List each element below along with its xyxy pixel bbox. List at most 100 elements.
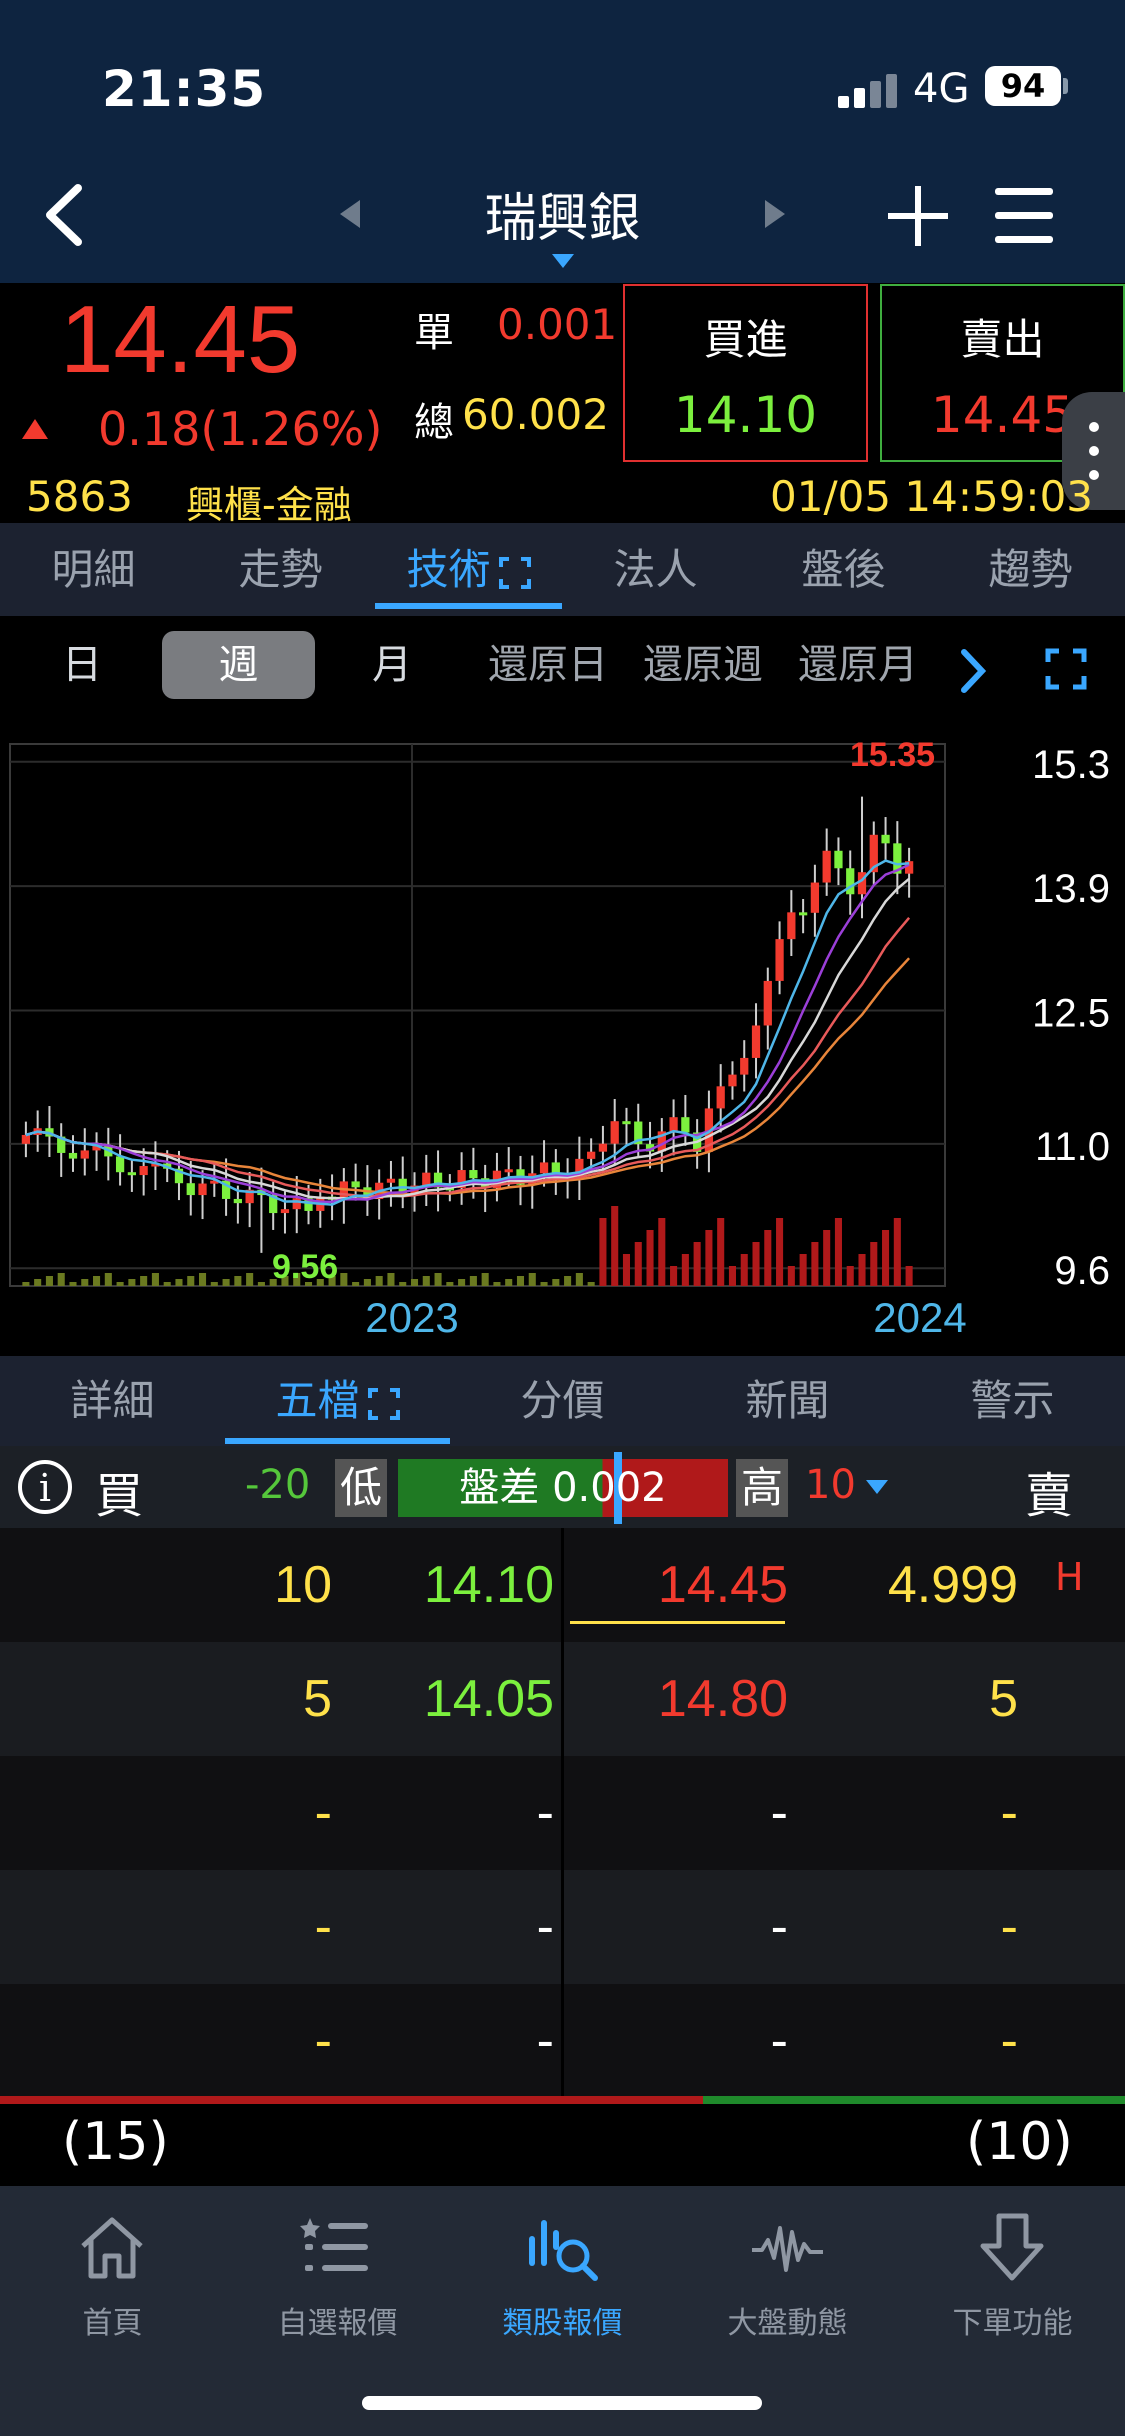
volume-bar — [870, 1242, 878, 1286]
y-tick-label: 13.9 — [1032, 867, 1110, 911]
back-icon[interactable] — [40, 180, 90, 250]
volume-bar — [634, 1242, 642, 1286]
volume-bar — [363, 1279, 371, 1286]
main-tabs: 明細 走勢 技術 法人 盤後 趨勢 — [0, 523, 1125, 616]
period-adj-day[interactable]: 還原日 — [478, 631, 618, 699]
volume-bar — [658, 1218, 666, 1286]
nav-order[interactable]: 下單功能 — [900, 2200, 1125, 2341]
ask-price-level[interactable]: - — [580, 1870, 788, 1984]
bid-price-level[interactable]: 14.05 — [350, 1642, 554, 1756]
add-watchlist-icon[interactable] — [888, 186, 948, 246]
bid-price-level[interactable]: - — [350, 1984, 554, 2098]
tab-five-levels[interactable]: 五檔 — [225, 1356, 450, 1446]
period-adj-week[interactable]: 還原週 — [633, 631, 773, 699]
last-price: 14.45 — [60, 286, 301, 393]
spread-high-label: 高 — [736, 1459, 788, 1517]
spread-low-value: -20 — [245, 1462, 311, 1508]
nav-sector-quotes[interactable]: 類股報價 — [450, 2200, 675, 2341]
bid-volume: - — [314, 2012, 332, 2070]
x-tick-label: 2023 — [365, 1294, 458, 1341]
volume-bar — [34, 1279, 42, 1286]
tab-details[interactable]: 詳細 — [0, 1356, 225, 1446]
period-day[interactable]: 日 — [42, 631, 122, 699]
nav-watchlist[interactable]: 自選報價 — [225, 2200, 450, 2341]
ask-price-level[interactable]: - — [580, 1756, 788, 1870]
tab-detail[interactable]: 明細 — [0, 523, 187, 616]
volume-bar — [622, 1254, 631, 1286]
volume-bar — [481, 1273, 489, 1286]
ask-ratio-bar — [703, 2096, 1125, 2104]
tab-trend[interactable]: 走勢 — [187, 523, 374, 616]
volume-bar — [893, 1218, 901, 1286]
volume-bar — [469, 1276, 477, 1286]
tab-after-hours[interactable]: 盤後 — [750, 523, 937, 616]
list-star-icon — [300, 2218, 368, 2271]
nav-home[interactable]: 首頁 — [0, 2200, 225, 2341]
active-tab-indicator — [375, 603, 562, 609]
chevron-right-icon[interactable] — [958, 646, 988, 696]
volume-bar — [799, 1254, 807, 1286]
expand-icon[interactable] — [367, 1387, 400, 1420]
candle-body — [292, 1198, 301, 1210]
info-icon[interactable] — [18, 1460, 72, 1514]
period-week[interactable]: 週 — [162, 631, 315, 699]
period-month[interactable]: 月 — [352, 631, 432, 699]
prev-stock-button[interactable] — [340, 200, 360, 228]
high-price-label: 15.35 — [850, 736, 935, 774]
nav-watchlist-label: 自選報價 — [277, 2306, 398, 2341]
volume-bar — [458, 1279, 466, 1286]
ask-volume: 5 — [989, 1670, 1018, 1728]
volume-bar — [399, 1282, 407, 1286]
ask-price-level[interactable]: 14.80 — [580, 1642, 788, 1756]
volume-bar — [246, 1273, 254, 1286]
candle-body — [775, 939, 784, 981]
stock-name[interactable]: 瑞興銀 — [420, 176, 705, 251]
spread-text: 盤差 0.002 — [459, 1465, 667, 1511]
tab-alerts[interactable]: 警示 — [900, 1356, 1125, 1446]
spread-high-value[interactable]: 10 — [805, 1462, 856, 1508]
ask-volume: - — [1000, 1784, 1018, 1842]
ask-price-level[interactable]: 14.45 — [580, 1528, 788, 1642]
technical-chart[interactable]: 15.3 13.9 12.5 11.0 9.6 2023 2024 15.35 9.56 — [0, 736, 1125, 1356]
volume-bar — [528, 1273, 536, 1286]
candle-body — [669, 1117, 678, 1132]
spread-dropdown-caret-icon[interactable] — [866, 1480, 888, 1494]
volume-bar — [57, 1273, 65, 1286]
candle-body — [622, 1121, 631, 1125]
y-tick-label: 11.0 — [1035, 1125, 1110, 1169]
bid-volume: - — [314, 1898, 332, 1956]
ask-price-level[interactable]: - — [580, 1984, 788, 2098]
bid-label: 買進 — [703, 315, 788, 364]
menu-icon[interactable] — [995, 188, 1053, 244]
tab-tendency[interactable]: 趨勢 — [937, 523, 1124, 616]
total-volume-value: 60.002 — [462, 390, 609, 439]
candlestick-chart[interactable]: 15.3 13.9 12.5 11.0 9.6 2023 2024 15.35 9.56 — [0, 736, 1125, 1356]
tab-news[interactable]: 新聞 — [675, 1356, 900, 1446]
lower-tabs: 詳細 五檔 分價 新聞 警示 — [0, 1356, 1125, 1446]
candle-body — [280, 1209, 290, 1214]
bid-price-level[interactable]: 14.10 — [350, 1528, 554, 1642]
volume-bar — [163, 1282, 171, 1286]
bid-box[interactable]: 買進 14.10 — [623, 284, 868, 462]
nav-market-dynamics[interactable]: 大盤動態 — [675, 2200, 900, 2341]
expand-icon[interactable] — [498, 556, 531, 589]
bid-price-level[interactable]: - — [350, 1756, 554, 1870]
fullscreen-icon[interactable] — [1045, 648, 1087, 690]
tab-price-volume[interactable]: 分價 — [450, 1356, 675, 1446]
candle-body — [198, 1183, 207, 1196]
next-stock-button[interactable] — [765, 200, 785, 228]
candle-body — [539, 1162, 549, 1174]
candle-body — [504, 1169, 513, 1173]
nav-home-label: 首頁 — [82, 2306, 143, 2341]
volume-bar — [693, 1242, 701, 1286]
status-time: 21:35 — [102, 60, 267, 118]
tab-institutional[interactable]: 法人 — [562, 523, 749, 616]
download-arrow-icon — [980, 2213, 1044, 2281]
period-adj-month[interactable]: 還原月 — [788, 631, 928, 699]
y-tick-label: 12.5 — [1032, 992, 1110, 1036]
stock-picker-caret-icon[interactable] — [552, 254, 574, 268]
bid-price-level[interactable]: - — [350, 1870, 554, 1984]
unit-volume-label: 單 — [414, 310, 454, 356]
total-bid-volume: (15) — [62, 2112, 169, 2172]
candle-body — [598, 1143, 608, 1152]
